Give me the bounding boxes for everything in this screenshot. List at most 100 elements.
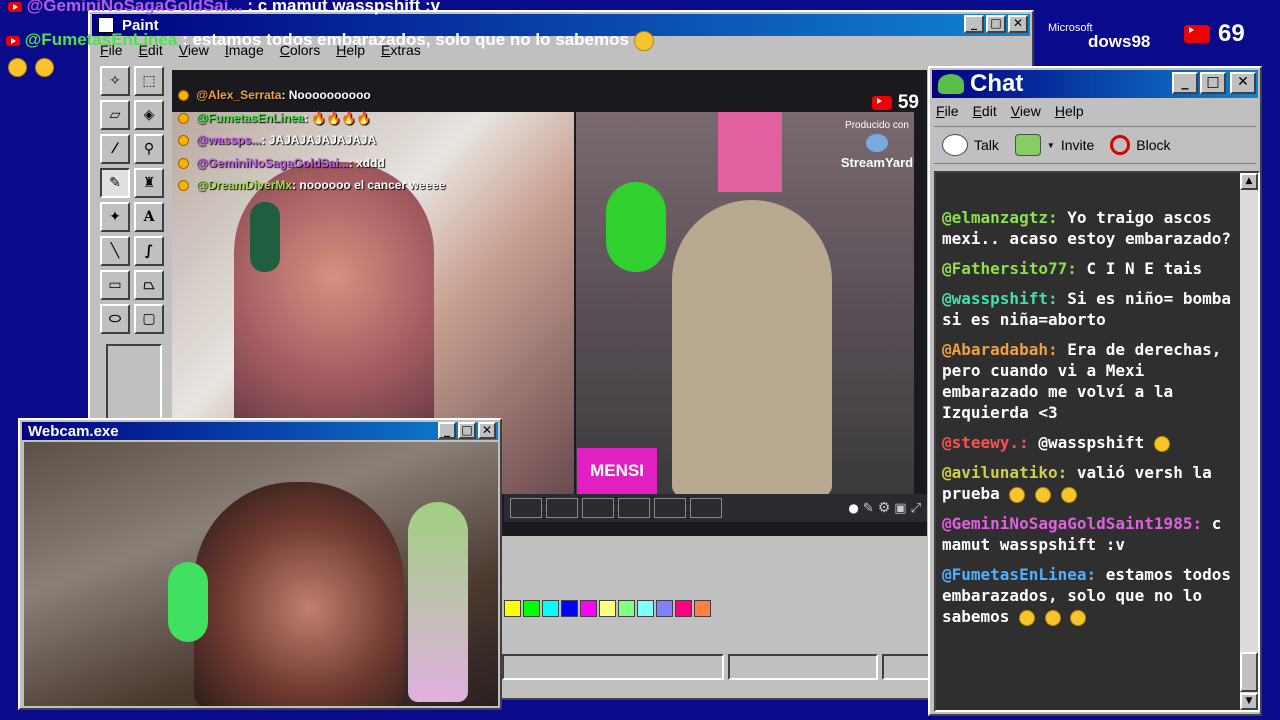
screen-icon[interactable]: ▣ [894,501,906,516]
chat-message-list: @elmanzagtz: Yo traigo ascos mexi.. acas… [942,207,1232,636]
rectangle-tool[interactable]: ▭ [100,270,130,300]
webcam-title: Webcam.exe [28,422,119,440]
palette-color-periwinkle[interactable] [656,600,673,617]
paint-close-button[interactable]: ✕ [1008,15,1028,33]
magnifier-tool[interactable]: ⚲ [134,134,164,164]
chat-toolbar: Talk ▼ Invite Block [934,126,1256,164]
scroll-thumb[interactable] [1240,652,1258,692]
palette-color-yellow[interactable] [504,600,521,617]
palette-color-magenta[interactable] [580,600,597,617]
chat-message-user: @GeminiNoSagaGoldSaint1985: [942,514,1203,533]
overlay-emoji-row [8,58,54,77]
palette-color-light-yellow[interactable] [599,600,616,617]
tool-options-box[interactable] [106,344,162,424]
subscriber-counter: 69 [1184,20,1245,48]
scroll-up-button[interactable]: ▲ [1240,173,1258,190]
chat-minimize-button[interactable]: _ [1172,72,1198,94]
palette-color-light-green[interactable] [618,600,635,617]
overlay-text-1: : c mamut wasspshift :v [247,0,441,15]
edit-icon[interactable]: ✎ [863,501,874,516]
record-icon[interactable]: ● [848,501,858,515]
talk-label: Talk [974,137,999,153]
paint-toolbox: ✧ ⬚ ▱ ◈ ⁄ ⚲ ✎ ♜ ✦ A ╲ ∫ ▭ ⏢ ⬭ ▢ [98,64,170,424]
talk-button[interactable]: Talk [942,134,999,156]
stream-chat-user: @GeminiNoSagaGoldSai... [196,155,349,170]
scroll-down-button[interactable]: ▼ [1240,693,1258,710]
webcam-close-button[interactable]: ✕ [478,422,496,439]
settings-icon[interactable]: ⚙ [878,500,891,516]
webcam-minimize-button[interactable]: _ [438,422,456,439]
palette-color-pink[interactable] [675,600,692,617]
chat-people-icon [938,74,964,94]
block-button[interactable]: Block [1110,135,1171,155]
chat-menu-edit[interactable]: Edit [973,103,997,119]
layout-button-4[interactable] [618,498,650,518]
chat-message: @elmanzagtz: Yo traigo ascos mexi.. acas… [942,207,1232,249]
layout-button-2[interactable] [546,498,578,518]
fill-tool[interactable]: ◈ [134,100,164,130]
curve-tool[interactable]: ∫ [134,236,164,266]
webcam-titlebar[interactable]: Webcam.exe [22,422,498,440]
palette-color-light-cyan[interactable] [637,600,654,617]
layout-button-5[interactable] [654,498,686,518]
viewer-count-value: 59 [897,92,919,113]
laughing-emoji-icon [633,30,654,51]
ellipse-tool[interactable]: ⬭ [100,304,130,334]
rect-select-tool[interactable]: ⬚ [134,66,164,96]
eraser-tool[interactable]: ▱ [100,100,130,130]
viewer-count: 59 [871,92,919,114]
laughing-emoji-icon [35,58,54,77]
text-tool[interactable]: A [134,202,164,232]
stream-chat-line: @FumetasEnLinea: 🔥🔥🔥🔥 [178,111,445,134]
expand-icon[interactable]: ⤢ [911,501,921,516]
streamyard-logo-icon [866,134,888,152]
paint-minimize-button[interactable]: _ [964,15,984,33]
invite-dropdown-icon: ▼ [1046,140,1055,150]
chat-close-button[interactable]: ✕ [1230,72,1256,94]
youtube-icon [1184,25,1210,43]
badge-icon [178,135,189,147]
layout-button-6[interactable] [690,498,722,518]
youtube-icon [6,35,20,46]
palette-color-cyan[interactable] [542,600,559,617]
webcam-maximize-button[interactable]: □ [458,422,476,439]
chat-menu-file[interactable]: File [936,103,959,119]
invite-button[interactable]: ▼ Invite [1014,134,1094,156]
chat-message-user: @avilunatiko: [942,463,1068,482]
chat-message: @avilunatiko: valió versh la prueba [942,462,1232,504]
line-tool[interactable]: ╲ [100,236,130,266]
stream-chat-text: : 🔥🔥🔥🔥 [304,110,372,125]
laughing-emoji-icon [1035,486,1052,503]
free-select-tool[interactable]: ✧ [100,66,130,96]
layout-button-3[interactable] [582,498,614,518]
chat-scrollbar[interactable]: ▲ ▼ [1240,173,1258,710]
polygon-tool[interactable]: ⏢ [134,270,164,300]
overlay-text-2: : estamos todos embarazados, solo que no… [182,30,629,49]
chat-maximize-button[interactable]: □ [1200,72,1226,94]
webcam-video [24,442,498,706]
airbrush-tool[interactable]: ✦ [100,202,130,232]
palette-color-green[interactable] [523,600,540,617]
stream-chat-text: : xddd [348,155,385,170]
paint-maximize-button[interactable]: □ [986,15,1006,33]
color-picker-tool[interactable]: ⁄ [100,134,130,164]
chat-menu-view[interactable]: View [1011,103,1041,119]
producer-label: Producido con [845,120,909,131]
chat-message: @Abaradabah: Era de derechas, pero cuand… [942,339,1232,423]
producer-name: StreamYard [840,155,914,170]
green-headphones [606,182,666,272]
brush-tool[interactable]: ♜ [134,168,164,198]
headphones-left [250,202,280,272]
chat-menu-help[interactable]: Help [1055,103,1084,119]
pencil-tool[interactable]: ✎ [100,168,130,198]
layout-button-1[interactable] [510,498,542,518]
palette-color-orange[interactable] [694,600,711,617]
chat-message: @Fathersito77: C I N E tais [942,258,1232,279]
chat-messages-area: ▲ ▼ @elmanzagtz: Yo traigo ascos mexi.. … [934,171,1260,712]
badge-icon [178,112,189,124]
figurine [408,502,468,702]
palette-color-blue[interactable] [561,600,578,617]
rounded-rect-tool[interactable]: ▢ [134,304,164,334]
overlay-line-2: @FumetasEnLinea : estamos todos embaraza… [6,30,654,51]
badge-icon [178,157,189,169]
